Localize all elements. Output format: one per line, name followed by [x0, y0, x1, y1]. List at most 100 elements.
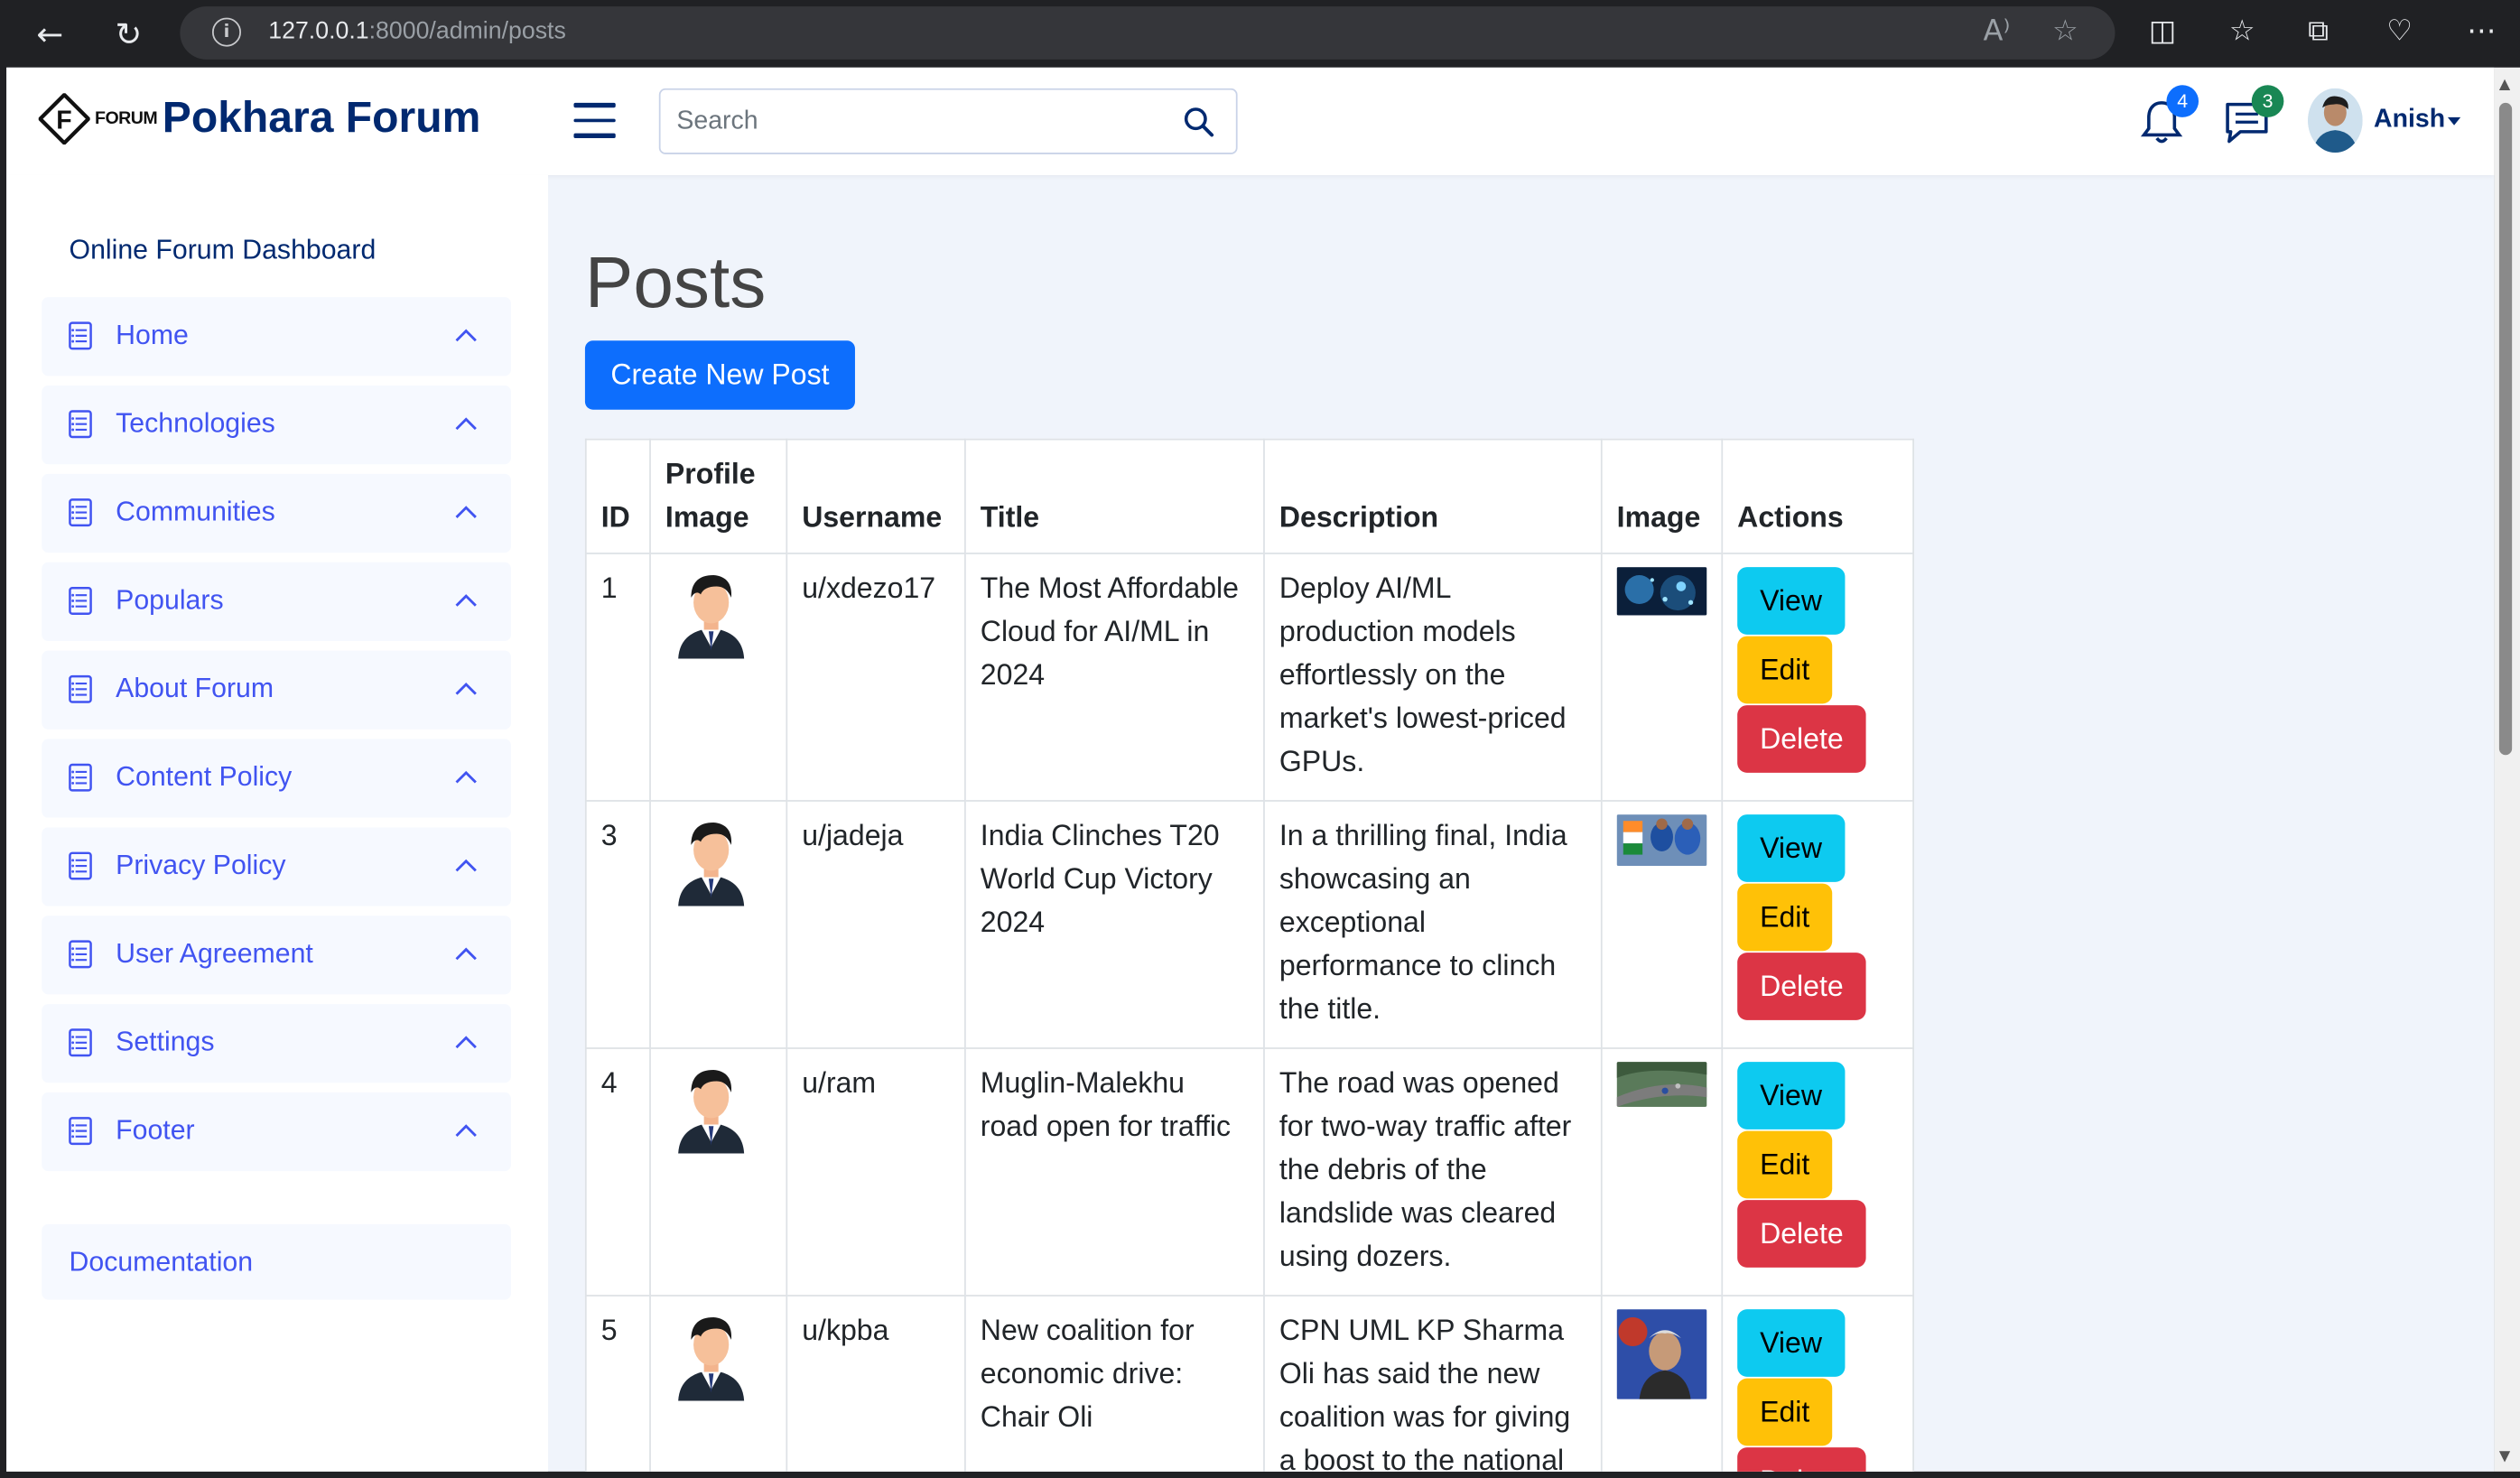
user-dropdown-icon[interactable]	[2447, 116, 2461, 125]
page-scrollbar[interactable]: ▲ ▼	[2494, 67, 2520, 1472]
chevron-up-icon[interactable]	[453, 588, 479, 613]
sidebar-item-user-agreement[interactable]: User Agreement	[42, 916, 512, 995]
column-header: Profile Image	[649, 438, 788, 554]
post-image	[1616, 814, 1707, 867]
document-icon	[69, 1028, 92, 1057]
delete-button[interactable]: Delete	[1737, 953, 1866, 1020]
post-description: In a thrilling final, India showcasing a…	[1263, 800, 1603, 1049]
sidebar-item-home[interactable]: Home	[42, 297, 512, 376]
reload-icon[interactable]: ↻	[107, 13, 149, 54]
profile-image-cell	[649, 1047, 788, 1297]
posts-table: ID Profile Image Username Title Descript…	[584, 438, 1914, 1472]
view-button[interactable]: View	[1737, 1309, 1845, 1377]
search-input[interactable]	[660, 89, 1159, 153]
svg-text:F: F	[56, 106, 71, 135]
site-info-icon[interactable]: i	[211, 17, 241, 47]
search-box	[658, 88, 1238, 154]
chevron-up-icon[interactable]	[453, 853, 479, 878]
sidebar-item-technologies[interactable]: Technologies	[42, 386, 512, 465]
page: F FORUM Pokhara Forum 4	[6, 67, 2495, 1472]
forum-logo-icon: F	[38, 93, 90, 145]
chevron-up-icon[interactable]	[453, 1030, 479, 1055]
collections-icon[interactable]: ⧉	[2308, 14, 2329, 48]
chevron-up-icon[interactable]	[453, 323, 479, 349]
post-id: 4	[584, 1047, 651, 1297]
delete-button[interactable]: Delete	[1737, 705, 1866, 773]
scrollbar-thumb[interactable]	[2498, 102, 2513, 756]
sidebar-item-label: Privacy Policy	[116, 850, 286, 881]
messages-button[interactable]: 3	[2223, 85, 2284, 146]
sidebar-item-content-policy[interactable]: Content Policy	[42, 739, 512, 818]
read-aloud-icon[interactable]: A⁾	[1984, 14, 2011, 48]
post-username: u/ram	[786, 1047, 966, 1297]
logo-text: FORUM	[95, 108, 158, 129]
sidebar-item-populars[interactable]: Populars	[42, 562, 512, 641]
browser-essentials-icon[interactable]: ♡	[2386, 14, 2413, 48]
edit-button[interactable]: Edit	[1737, 1378, 1833, 1446]
profile-image-cell	[649, 1295, 788, 1472]
top-header: F FORUM Pokhara Forum 4	[6, 67, 2495, 175]
post-actions: ViewEditDelete	[1721, 1295, 1914, 1472]
chevron-up-icon[interactable]	[453, 1118, 479, 1143]
menu-toggle-icon[interactable]	[573, 102, 616, 138]
url-text[interactable]: 127.0.0.1:8000/admin/posts	[268, 18, 566, 45]
view-button[interactable]: View	[1737, 567, 1845, 635]
notifications-button[interactable]: 4	[2137, 85, 2199, 146]
column-header: Username	[786, 438, 966, 554]
back-icon[interactable]: ←	[29, 13, 70, 54]
post-description: CPN UML KP Sharma Oli has said the new c…	[1263, 1295, 1603, 1472]
post-actions: ViewEditDelete	[1721, 800, 1914, 1049]
column-header: Actions	[1721, 438, 1914, 554]
post-title: New coalition for economic drive: Chair …	[964, 1295, 1265, 1472]
delete-button[interactable]: Delete	[1737, 1447, 1866, 1472]
document-icon	[69, 321, 92, 350]
table-row: 4 u/ram Muglin-Malekhu road open for traff…	[584, 1047, 1914, 1297]
post-id: 3	[584, 800, 651, 1049]
post-description: Deploy AI/ML production models effortles…	[1263, 553, 1603, 802]
column-header: Description	[1263, 438, 1603, 554]
chevron-up-icon[interactable]	[453, 412, 479, 437]
sidebar-item-label: About Forum	[116, 673, 274, 704]
sidebar-item-about-forum[interactable]: About Forum	[42, 650, 512, 730]
edit-button[interactable]: Edit	[1737, 636, 1833, 704]
document-icon	[69, 674, 92, 703]
view-button[interactable]: View	[1737, 1062, 1845, 1129]
more-menu-icon[interactable]: ⋯	[2467, 14, 2496, 48]
sidebar-item-footer[interactable]: Footer	[42, 1092, 512, 1172]
sidebar-item-communities[interactable]: Communities	[42, 473, 512, 553]
sidebar-item-label: User Agreement	[116, 938, 313, 969]
split-screen-icon[interactable]: ◫	[2149, 14, 2176, 48]
post-username: u/jadeja	[786, 800, 966, 1049]
post-image	[1616, 567, 1707, 616]
scroll-up-icon[interactable]: ▲	[2499, 77, 2510, 93]
address-bar[interactable]: i 127.0.0.1:8000/admin/posts A⁾ ☆	[180, 6, 2115, 60]
sidebar-item-settings[interactable]: Settings	[42, 1004, 512, 1083]
favorites-icon[interactable]: ☆	[2229, 14, 2255, 48]
sidebar-item-privacy-policy[interactable]: Privacy Policy	[42, 827, 512, 906]
chevron-up-icon[interactable]	[453, 942, 479, 967]
brand-title[interactable]: Pokhara Forum	[163, 93, 481, 143]
edit-button[interactable]: Edit	[1737, 883, 1833, 952]
favorite-star-icon[interactable]: ☆	[2052, 14, 2078, 48]
sidebar-item-label: Footer	[116, 1114, 195, 1146]
column-header: Image	[1600, 438, 1724, 554]
table-row: 1 u/xdezo17 The Most Affordable Cloud for …	[584, 553, 1914, 802]
sidebar-item-label: Populars	[116, 584, 224, 616]
document-icon	[69, 410, 92, 439]
sidebar-item-label: Content Policy	[116, 761, 293, 793]
chevron-up-icon[interactable]	[453, 765, 479, 790]
user-name[interactable]: Anish	[2374, 106, 2445, 135]
scroll-down-icon[interactable]: ▼	[2499, 1449, 2510, 1465]
create-new-post-button[interactable]: Create New Post	[584, 340, 855, 410]
view-button[interactable]: View	[1737, 814, 1845, 882]
chevron-up-icon[interactable]	[453, 499, 479, 525]
avatar[interactable]	[2308, 88, 2363, 153]
edit-button[interactable]: Edit	[1737, 1130, 1833, 1199]
chevron-up-icon[interactable]	[453, 676, 479, 702]
post-username: u/xdezo17	[786, 553, 966, 802]
profile-image	[678, 1070, 745, 1154]
delete-button[interactable]: Delete	[1737, 1200, 1866, 1268]
document-icon	[69, 586, 92, 615]
sidebar-item-documentation[interactable]: Documentation	[42, 1223, 512, 1300]
search-icon[interactable]	[1183, 106, 1215, 138]
